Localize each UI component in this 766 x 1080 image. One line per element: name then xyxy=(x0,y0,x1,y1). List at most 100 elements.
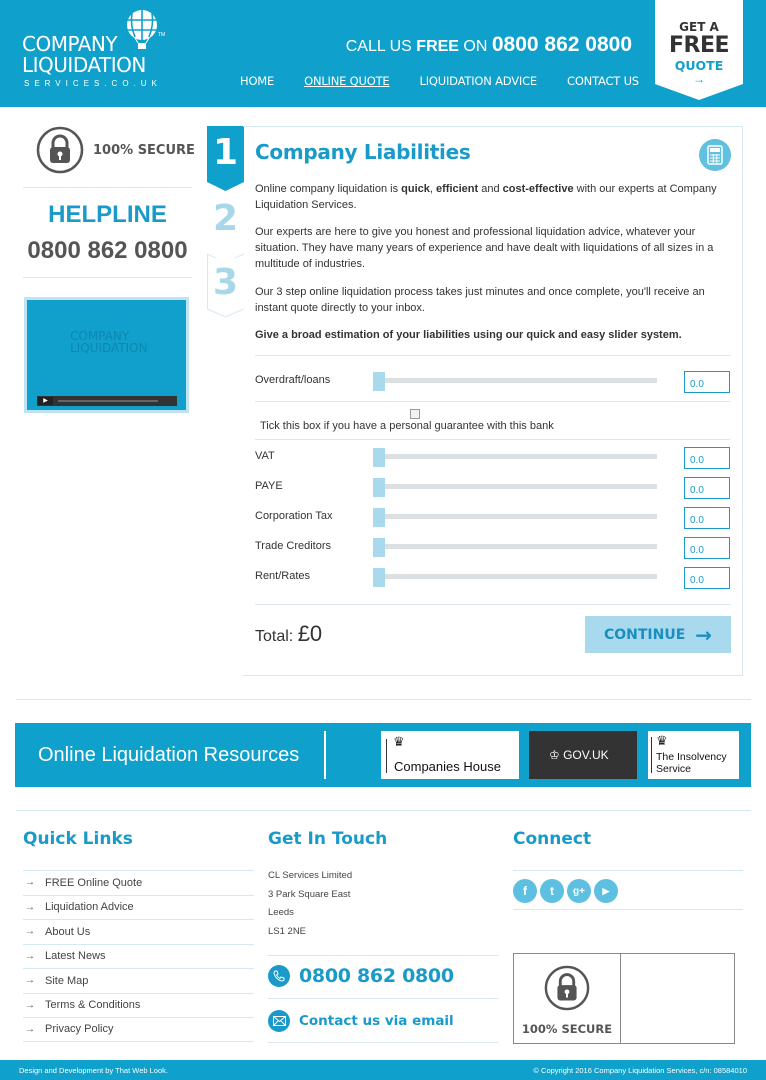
slider-handle[interactable] xyxy=(373,508,385,527)
slider-handle[interactable] xyxy=(373,448,385,467)
helpline-number[interactable]: 0800 862 0800 xyxy=(23,237,192,265)
liability-slider[interactable] xyxy=(373,478,657,497)
quick-link-label: Liquidation Advice xyxy=(45,901,134,914)
intro-text: and xyxy=(478,183,503,195)
call-us-banner: CALL US FREE ON 0800 862 0800 xyxy=(346,33,632,57)
liability-label: VAT xyxy=(255,450,275,462)
slider-handle[interactable] xyxy=(373,478,385,497)
liability-value-input[interactable] xyxy=(684,447,730,469)
liability-label: PAYE xyxy=(255,480,283,492)
quick-link-privacy[interactable]: → Privacy Policy xyxy=(23,1017,254,1042)
slider-track[interactable] xyxy=(373,378,657,383)
resources-divider xyxy=(324,731,326,779)
divider xyxy=(23,187,192,188)
quick-link-about-us[interactable]: → About Us xyxy=(23,919,254,944)
quick-link-label: Privacy Policy xyxy=(45,1023,114,1036)
arrow-right-icon: → xyxy=(25,950,35,962)
liability-value-input[interactable] xyxy=(684,537,730,559)
quick-link-label: Latest News xyxy=(45,950,106,963)
video-progress-bar[interactable] xyxy=(58,400,158,402)
slider-track[interactable] xyxy=(373,484,657,489)
seal-divider xyxy=(620,954,621,1043)
quick-link-label: Terms & Conditions xyxy=(45,999,141,1012)
slider-handle[interactable] xyxy=(373,538,385,557)
liability-label: Overdraft/loans xyxy=(255,374,331,386)
quick-links-list: → FREE Online Quote → Liquidation Advice →… xyxy=(23,870,254,1042)
step-indicator: 1 2 3 xyxy=(207,126,244,318)
youtube-icon[interactable]: ▶ xyxy=(594,879,618,903)
companies-house-logo[interactable]: ♛ Companies House xyxy=(381,731,519,779)
liability-value-input[interactable] xyxy=(684,371,730,393)
free-quote-badge[interactable]: GET A FREE QUOTE → xyxy=(655,0,743,100)
logo-rule xyxy=(651,737,652,773)
slider-handle[interactable] xyxy=(373,372,385,391)
liability-slider[interactable] xyxy=(373,508,657,527)
envelope-icon xyxy=(268,1010,290,1032)
arrow-right-icon: → xyxy=(695,622,713,647)
nav-contact-us[interactable]: CONTACT US xyxy=(567,74,639,88)
gov-uk-text: GOV.UK xyxy=(563,748,609,762)
quick-link-label: Site Map xyxy=(45,974,89,987)
address-line: CL Services Limited xyxy=(268,870,353,881)
total-label: Total: xyxy=(255,628,298,645)
twitter-icon[interactable]: t xyxy=(540,879,564,903)
liability-slider[interactable] xyxy=(373,568,657,587)
quick-link-site-map[interactable]: → Site Map xyxy=(23,968,254,993)
slider-track[interactable] xyxy=(373,454,657,459)
design-credit-link[interactable]: Design and Development by That Web Look. xyxy=(19,1066,168,1075)
helpline-label: HELPLINE xyxy=(48,201,167,228)
header-phone-link[interactable]: 0800 862 0800 xyxy=(492,33,632,56)
quick-link-terms[interactable]: → Terms & Conditions xyxy=(23,992,254,1018)
slider-track[interactable] xyxy=(373,544,657,549)
arrow-right-icon: → xyxy=(25,901,35,913)
play-icon[interactable]: ▶ xyxy=(38,397,53,405)
footer-phone-link[interactable]: 0800 862 0800 xyxy=(268,965,454,987)
personal-guarantee-checkbox[interactable] xyxy=(410,409,420,419)
liability-value-input[interactable] xyxy=(684,567,730,589)
divider xyxy=(16,810,751,811)
slider-track[interactable] xyxy=(373,514,657,519)
arrow-right-icon: → xyxy=(693,72,705,86)
gov-uk-logo[interactable]: ♔ GOV.UK xyxy=(529,731,637,779)
instruction-text: Give a broad estimation of your liabilit… xyxy=(255,329,682,341)
panel-title: Company Liabilities xyxy=(255,140,471,164)
liability-value-input[interactable] xyxy=(684,507,730,529)
liability-slider[interactable] xyxy=(373,372,657,391)
divider xyxy=(268,955,498,956)
quick-link-latest-news[interactable]: → Latest News xyxy=(23,943,254,969)
step-3[interactable]: 3 xyxy=(207,253,244,318)
video-logo: COMPANY LIQUIDATION xyxy=(70,330,148,354)
insolvency-service-name: The Insolvency Service xyxy=(656,751,727,775)
logo-line-1: COMPANY xyxy=(22,32,118,56)
nav-liquidation-advice[interactable]: LIQUIDATION ADVICE xyxy=(419,74,537,88)
slider-handle[interactable] xyxy=(373,568,385,587)
step-1[interactable]: 1 xyxy=(207,126,244,191)
nav-home[interactable]: HOME xyxy=(240,74,274,88)
liability-slider[interactable] xyxy=(373,448,657,467)
step-3-number: 3 xyxy=(212,262,239,303)
quick-link-liquidation-advice[interactable]: → Liquidation Advice xyxy=(23,894,254,920)
contact-email-link[interactable]: Contact us via email xyxy=(268,1010,454,1032)
companies-house-name: Companies House xyxy=(394,759,501,774)
slider-track[interactable] xyxy=(373,574,657,579)
insolvency-service-logo[interactable]: ♛ The Insolvency Service xyxy=(648,731,739,779)
intro-paragraph: Online company liquidation is quick, eff… xyxy=(255,181,725,213)
royal-crest-icon: ♛ xyxy=(656,733,668,748)
trademark: TM xyxy=(158,32,166,38)
divider xyxy=(268,998,498,999)
liability-slider[interactable] xyxy=(373,538,657,557)
facebook-icon[interactable]: f xyxy=(513,879,537,903)
liability-value-input[interactable] xyxy=(684,477,730,499)
divider xyxy=(513,870,743,871)
nav-online-quote[interactable]: ONLINE QUOTE xyxy=(304,74,390,88)
google-plus-icon[interactable]: g+ xyxy=(567,879,591,903)
bottom-bar: Design and Development by That Web Look.… xyxy=(0,1060,766,1080)
video-player[interactable]: COMPANY LIQUIDATION ▶ xyxy=(24,297,189,413)
divider xyxy=(255,439,730,440)
insolvency-line1: The Insolvency xyxy=(656,751,727,763)
continue-button[interactable]: CONTINUE → xyxy=(585,616,731,653)
quick-link-free-quote[interactable]: → FREE Online Quote xyxy=(23,870,254,895)
liability-label: Corporation Tax xyxy=(255,510,333,522)
phone-icon xyxy=(268,965,290,987)
site-logo[interactable]: TM COMPANY LIQUIDATION SERVICES.CO.UK xyxy=(22,10,172,90)
